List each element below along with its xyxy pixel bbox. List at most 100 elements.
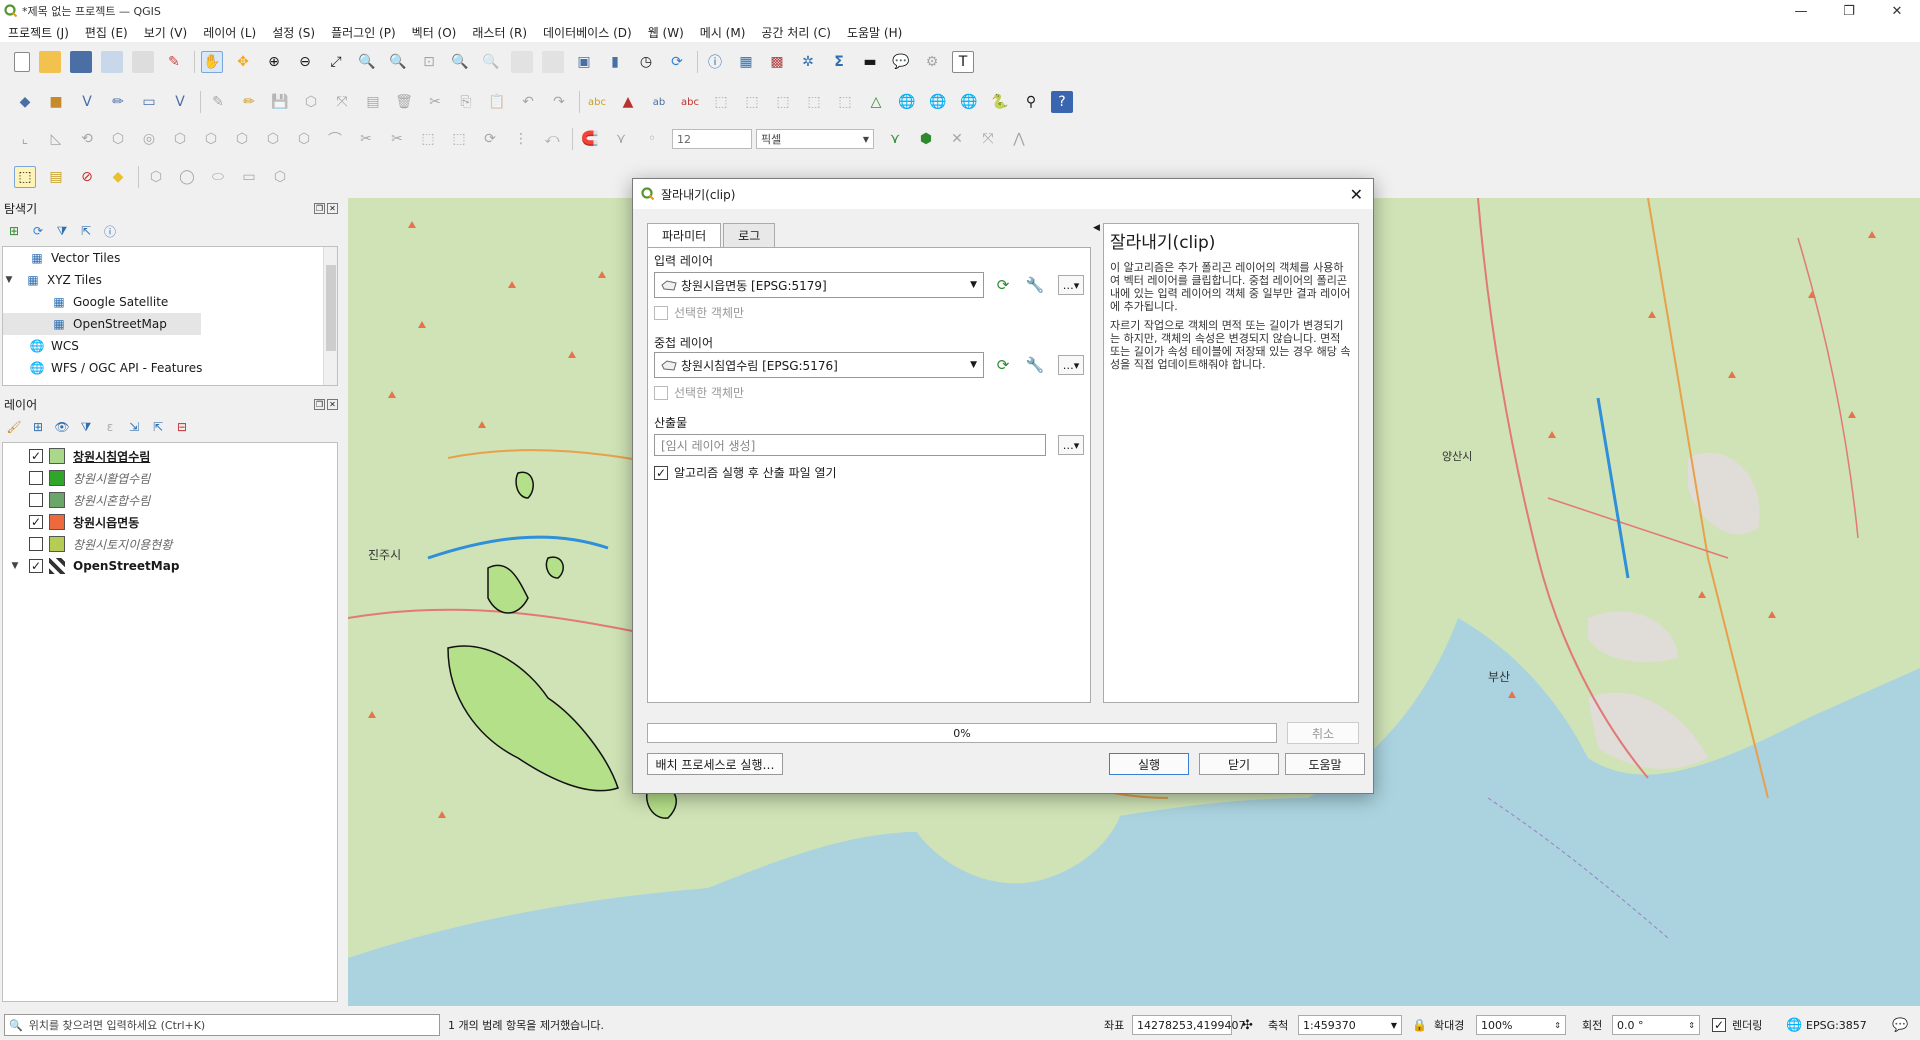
selected-only-input-checkbox[interactable]	[654, 305, 668, 320]
scrollbar-thumb[interactable]	[326, 265, 336, 351]
save-edits-icon[interactable]: 💾	[269, 91, 291, 113]
move-diagram-icon[interactable]: ⬚	[803, 91, 825, 113]
messages-icon[interactable]: 💬	[1892, 1018, 1908, 1033]
undo-icon[interactable]: ↶	[517, 91, 539, 113]
python-console-icon[interactable]: 🐍	[989, 91, 1011, 113]
simplify-feature-icon[interactable]: ⬡	[107, 128, 129, 150]
cancel-button[interactable]: 취소	[1287, 722, 1359, 744]
close-button[interactable]: 닫기	[1199, 753, 1279, 775]
layer-item[interactable]: 창원시토지이용현황	[3, 533, 337, 555]
temporal-controller-icon[interactable]: ◷	[635, 51, 657, 73]
label-props-icon[interactable]: ⬚	[834, 91, 856, 113]
menu-settings[interactable]: 설정 (S)	[272, 24, 315, 41]
print-layout-icon[interactable]	[132, 51, 154, 73]
crs-globe-icon[interactable]: 🌐	[1786, 1018, 1802, 1033]
close-panel-icon[interactable]: ✕	[327, 202, 338, 214]
snapping-type-icon[interactable]: ◦	[641, 128, 663, 150]
crs-label[interactable]: EPSG:3857	[1806, 1019, 1867, 1032]
output-browse-button[interactable]: …▾	[1058, 435, 1084, 455]
offset-curve-icon[interactable]: ⌒	[324, 128, 346, 150]
zoom-to-selection-icon[interactable]: 🔍	[356, 51, 378, 73]
geometry-checker-icon[interactable]: △	[865, 91, 887, 113]
split-features-icon[interactable]: ✂	[355, 128, 377, 150]
layer-item[interactable]: 창원시혼합수림	[3, 489, 337, 511]
cad-tools-icon[interactable]: ⌞	[14, 128, 36, 150]
tab-log[interactable]: 로그	[723, 223, 776, 247]
modify-attributes-icon[interactable]: ▤	[362, 91, 384, 113]
snapping-magnet-icon[interactable]: 🧲	[579, 128, 601, 150]
merge-features-icon[interactable]: ⬚	[417, 128, 439, 150]
identify-icon[interactable]: ⓘ	[704, 51, 726, 73]
add-polygon-icon[interactable]: ⬡	[145, 166, 167, 188]
redo-icon[interactable]: ↷	[548, 91, 570, 113]
locator-search[interactable]: 🔍 위치를 찾으려면 입력하세요 (Ctrl+K)	[4, 1014, 440, 1036]
rotation-field[interactable]: 0.0 ° ⇕	[1612, 1015, 1700, 1035]
selected-only-input-row[interactable]: 선택한 객체만	[654, 304, 744, 321]
batch-process-button[interactable]: 배치 프로세스로 실행…	[647, 753, 783, 775]
layer-item[interactable]: ▼ ✓ OpenStreetMap	[3, 555, 337, 577]
delete-selected-icon[interactable]: 🗑	[393, 91, 415, 113]
iterate-icon[interactable]: ⟳	[990, 355, 1016, 375]
overlay-layer-select[interactable]: 창원시침엽수림 [EPSG:5176] ▼	[654, 352, 984, 378]
self-snapping-icon[interactable]: ⤧	[977, 128, 999, 150]
rotate-label-icon[interactable]: ⬚	[741, 91, 763, 113]
properties-icon[interactable]: ⓘ	[102, 223, 118, 239]
float-panel-icon[interactable]: ❐	[314, 398, 325, 410]
layer-visibility-checkbox[interactable]: ✓	[29, 449, 43, 463]
snap-tolerance-input[interactable]: 12	[672, 129, 752, 149]
add-feature-icon[interactable]: ⬡	[300, 91, 322, 113]
text-annotation-icon[interactable]: T	[952, 51, 974, 73]
add-rectangle-icon[interactable]: ▭	[238, 166, 260, 188]
new-virtual-layer-icon[interactable]: V	[169, 91, 191, 113]
extents-toggle-icon[interactable]: ✣	[1242, 1018, 1253, 1033]
enable-tracing-icon[interactable]: ◺	[45, 128, 67, 150]
merge-attributes-icon[interactable]: ⬚	[448, 128, 470, 150]
browser-scrollbar[interactable]	[323, 247, 337, 385]
help-button[interactable]: 도움말	[1285, 753, 1365, 775]
offset-point-icon[interactable]: ⋮	[510, 128, 532, 150]
zoom-to-layer-icon[interactable]: 🔍	[387, 51, 409, 73]
move-label-icon[interactable]: ⬚	[710, 91, 732, 113]
annotation-icon[interactable]: ⚙	[921, 51, 943, 73]
minimize-button[interactable]: —	[1780, 0, 1822, 22]
map-tips-icon[interactable]: 💬	[890, 51, 912, 73]
menu-project[interactable]: 프로젝트 (J)	[8, 24, 69, 41]
manage-themes-icon[interactable]: 👁	[54, 419, 70, 435]
measure-icon[interactable]: ▬	[859, 51, 881, 73]
zoom-in-icon[interactable]: ⊕	[263, 51, 285, 73]
change-label-icon[interactable]: ⬚	[772, 91, 794, 113]
spin-arrows-icon[interactable]: ⇕	[1688, 1021, 1695, 1030]
data-source-manager-icon[interactable]: ◆	[14, 91, 36, 113]
spin-arrows-icon[interactable]: ⇕	[1554, 1021, 1561, 1030]
advanced-options-icon[interactable]: 🔧	[1022, 355, 1048, 375]
processing-toolbox-icon[interactable]: ✲	[797, 51, 819, 73]
zoom-last-icon[interactable]: 🔍	[449, 51, 471, 73]
fill-ring-icon[interactable]: ⬡	[200, 128, 222, 150]
menu-help[interactable]: 도움말 (H)	[847, 24, 902, 41]
close-icon[interactable]: ✕	[1350, 185, 1363, 204]
layer-item[interactable]: 창원시활엽수림	[3, 467, 337, 489]
field-calculator-icon[interactable]: ▩	[766, 51, 788, 73]
style-manager-icon[interactable]: ✎	[163, 51, 185, 73]
menu-mesh[interactable]: 메시 (M)	[700, 24, 746, 41]
magnifier-field[interactable]: 100% ⇕	[1476, 1015, 1566, 1035]
refresh-icon[interactable]: ⟳	[666, 51, 688, 73]
cut-features-icon[interactable]: ✂	[424, 91, 446, 113]
expand-all-icon[interactable]: ⇲	[126, 419, 142, 435]
browser-item-openstreetmap[interactable]: ▦ OpenStreetMap	[3, 313, 201, 335]
layer-visibility-checkbox[interactable]	[29, 537, 43, 551]
open-output-row[interactable]: ✓ 알고리즘 실행 후 산출 파일 열기	[654, 464, 837, 481]
new-shapefile-icon[interactable]: V	[76, 91, 98, 113]
show-bookmarks-icon[interactable]: ▮	[604, 51, 626, 73]
run-button[interactable]: 실행	[1109, 753, 1189, 775]
collapse-arrow-icon[interactable]: ▼	[3, 275, 15, 285]
filter-legend-icon[interactable]: ⧩	[78, 419, 94, 435]
menu-raster[interactable]: 래스터 (R)	[472, 24, 527, 41]
reshape-icon[interactable]: ⬡	[293, 128, 315, 150]
bookmark-icon[interactable]: ▣	[573, 51, 595, 73]
open-output-checkbox[interactable]: ✓	[654, 465, 668, 480]
paste-features-icon[interactable]: 📋	[486, 91, 508, 113]
pan-to-selection-icon[interactable]: ✥	[232, 51, 254, 73]
selected-only-overlay-row[interactable]: 선택한 객체만	[654, 384, 744, 401]
tab-parameters[interactable]: 파라미터	[647, 223, 722, 247]
